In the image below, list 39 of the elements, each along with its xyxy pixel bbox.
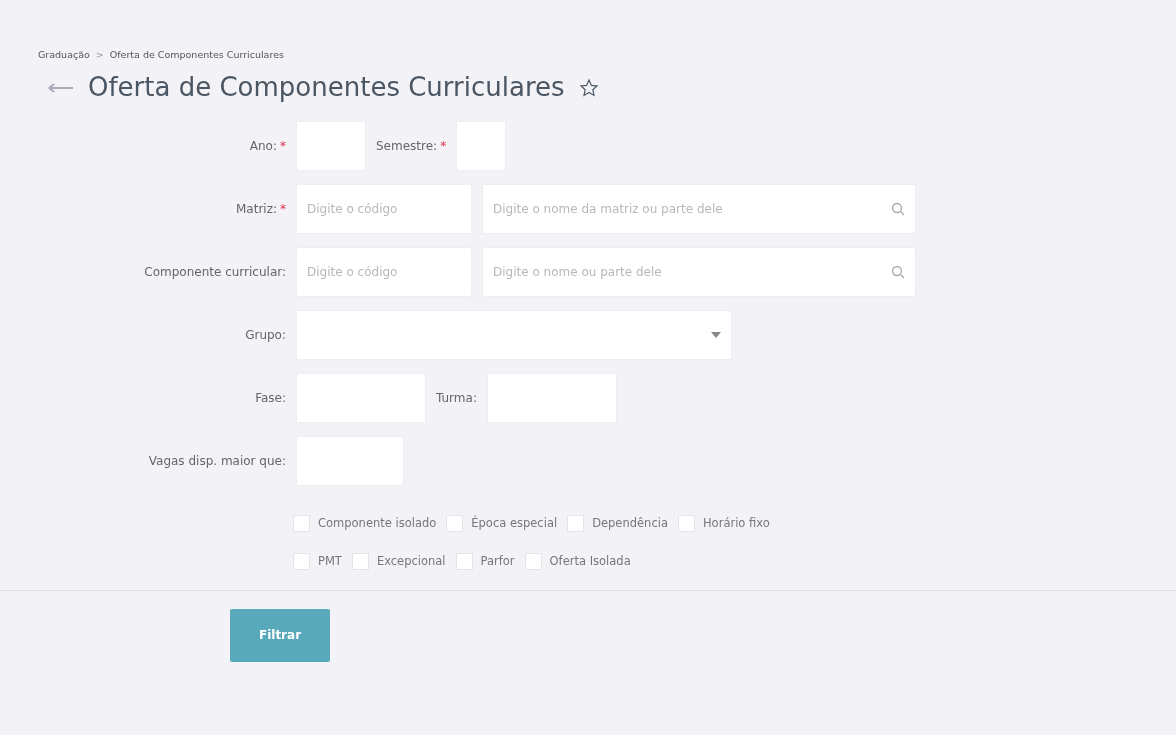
- checkbox[interactable]: [455, 552, 473, 570]
- checkbox-label: Oferta Isolada: [549, 552, 631, 570]
- field-label: Matriz: *: [234, 201, 286, 219]
- field-label: Fase:: [254, 390, 286, 408]
- filter-button[interactable]: Filtrar: [230, 608, 330, 662]
- back-arrow-icon[interactable]: [48, 82, 74, 93]
- checkbox[interactable]: [351, 552, 369, 570]
- search-field[interactable]: Digite o nome ou parte dele: [482, 247, 916, 298]
- checkbox[interactable]: [293, 552, 310, 570]
- checkbox-label: Dependência: [592, 515, 668, 533]
- checkbox[interactable]: [524, 552, 542, 570]
- checkbox-label: Época especial: [471, 515, 558, 533]
- checkbox[interactable]: [567, 515, 585, 533]
- star-icon[interactable]: [578, 77, 599, 98]
- field-label: Vagas disp. maior que:: [147, 453, 286, 471]
- search-icon: [891, 202, 905, 217]
- page-title: Oferta de Componentes Curriculares: [88, 71, 565, 105]
- breadcrumb-link[interactable]: Graduação: [38, 48, 90, 63]
- breadcrumb-separator: >: [95, 48, 104, 62]
- field-label: Ano: *: [248, 138, 286, 156]
- checkbox-label: Parfor: [480, 552, 515, 570]
- checkbox[interactable]: [293, 515, 310, 533]
- checkbox-label: Excepcional: [376, 552, 446, 570]
- checkbox[interactable]: [446, 515, 464, 533]
- checkbox-label: PMT: [318, 552, 342, 570]
- breadcrumb-link[interactable]: Oferta de Componentes Curriculares: [109, 48, 284, 63]
- input-field[interactable]: Digite o código: [296, 184, 472, 235]
- checkbox[interactable]: [677, 515, 695, 533]
- dropdown-field[interactable]: [296, 310, 732, 361]
- input-field[interactable]: Digite o código: [296, 247, 472, 298]
- field-label: Grupo:: [244, 327, 286, 345]
- field-label: Semestre: *: [376, 138, 447, 156]
- caret-icon: [711, 332, 721, 339]
- field-label: Turma:: [436, 390, 477, 408]
- checkbox-label: Horário fixo: [702, 515, 770, 533]
- field-label: Componente curricular:: [143, 264, 286, 282]
- search-icon: [891, 265, 905, 280]
- checkbox-label: Componente isolado: [318, 515, 437, 533]
- search-field[interactable]: Digite o nome da matriz ou parte dele: [482, 184, 916, 235]
